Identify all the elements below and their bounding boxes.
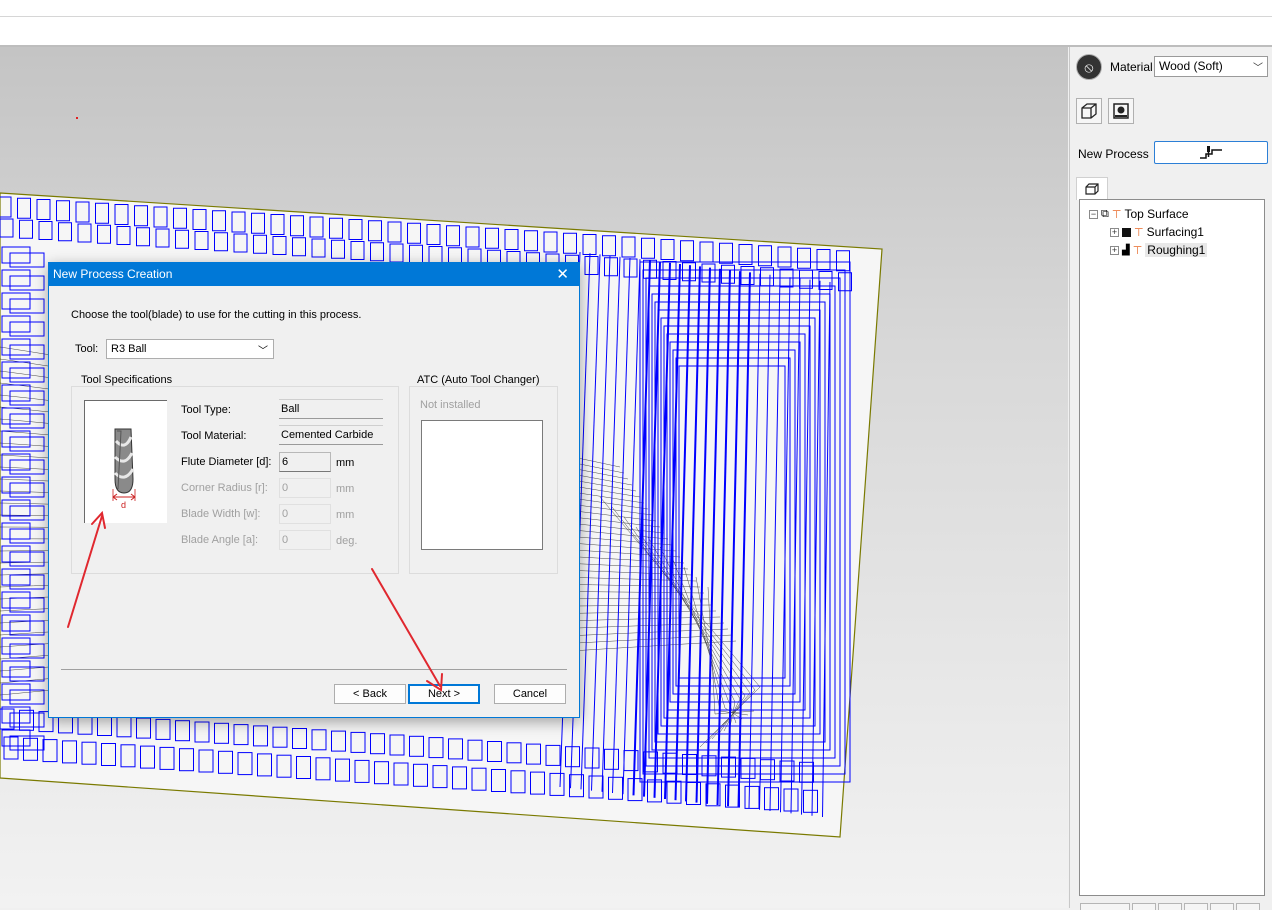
instruction-text: Choose the tool(blade) to use for the cu…: [71, 309, 362, 321]
panel-bottom-buttons: [1080, 903, 1266, 910]
tool-type-value: Ball: [279, 399, 383, 419]
bottom-button[interactable]: [1158, 903, 1182, 910]
right-panel: ⦸ Material Wood (Soft) ﹀ New Process − ⧉…: [1069, 47, 1272, 910]
dialog-titlebar[interactable]: New Process Creation ✕: [49, 263, 579, 286]
tool-value: R3 Ball: [111, 343, 147, 355]
bottom-button[interactable]: [1236, 903, 1260, 910]
ball-end-mill-icon: d: [112, 428, 136, 510]
corner-radius-field: 0: [279, 478, 331, 498]
blade-angle-unit: deg.: [336, 535, 358, 547]
tool-icon: ⊤: [1132, 244, 1143, 257]
cancel-button[interactable]: Cancel: [494, 684, 566, 704]
model-icon: [1113, 103, 1129, 119]
atc-title: ATC (Auto Tool Changer): [415, 374, 542, 386]
stock-box-button[interactable]: [1076, 98, 1102, 124]
new-process-label: New Process: [1078, 147, 1149, 161]
material-label: Material: [1110, 60, 1153, 74]
bottom-button[interactable]: [1132, 903, 1156, 910]
roughing-icon: ▟: [1122, 244, 1130, 256]
process-tree[interactable]: − ⧉ ⊤ Top Surface + ⊤ Surfacing1 + ▟ ⊤ R…: [1079, 199, 1265, 896]
tool-material-label: Tool Material:: [181, 430, 247, 442]
corner-radius-unit: mm: [336, 483, 355, 495]
tool-material-value: Cemented Carbide: [279, 425, 383, 445]
tool-label: Tool:: [75, 343, 99, 355]
dimension-d-label: d: [121, 500, 126, 510]
blade-angle-label: Blade Angle [a]:: [181, 534, 259, 546]
new-process-button[interactable]: [1154, 141, 1268, 164]
flute-diameter-label: Flute Diameter [d]:: [181, 456, 272, 468]
cube-icon: [1085, 183, 1099, 195]
bottom-button[interactable]: [1210, 903, 1234, 910]
tool-type-label: Tool Type:: [181, 404, 231, 416]
blade-width-label: Blade Width [w]:: [181, 508, 261, 520]
collapse-icon[interactable]: −: [1089, 209, 1098, 219]
tree-node-label: Surfacing1: [1146, 225, 1204, 239]
tree-node-label: Top Surface: [1124, 207, 1189, 221]
tool-icon: ⊤: [1111, 208, 1122, 221]
new-process-dialog: New Process Creation ✕ Choose the tool(b…: [48, 262, 580, 718]
stock-icon: ⧉: [1101, 207, 1109, 220]
marker-dot: [76, 117, 78, 119]
tab-process-tree[interactable]: [1076, 177, 1108, 200]
flute-diameter-unit: mm: [336, 457, 355, 469]
corner-radius-label: Corner Radius [r]:: [181, 482, 268, 494]
tool-image: d: [84, 400, 167, 523]
new-process-icon: [1200, 145, 1222, 159]
expand-icon[interactable]: +: [1110, 227, 1119, 237]
compass-icon: ⦸: [1084, 58, 1094, 75]
chevron-down-icon: ﹀: [1253, 63, 1263, 74]
next-button[interactable]: Next >: [408, 684, 480, 704]
close-icon[interactable]: ✕: [556, 265, 569, 283]
tool-icon: ⊤: [1134, 226, 1144, 239]
tree-node-roughing[interactable]: + ▟ ⊤ Roughing1: [1110, 242, 1208, 258]
atc-tool-list[interactable]: [421, 420, 543, 550]
chevron-down-icon: ﹀: [258, 346, 268, 357]
flute-diameter-field: 6: [279, 452, 331, 472]
cube-wireframe-icon: [1081, 103, 1097, 119]
tree-node-label: Roughing1: [1145, 243, 1208, 257]
model-view-button[interactable]: [1108, 98, 1134, 124]
surfacing-icon: [1122, 227, 1131, 237]
tool-select[interactable]: R3 Ball ﹀: [106, 339, 274, 359]
blade-width-unit: mm: [336, 509, 355, 521]
material-value: Wood (Soft): [1159, 59, 1223, 73]
dialog-title: New Process Creation: [53, 267, 173, 281]
tool-specifications-title: Tool Specifications: [79, 374, 175, 386]
expand-icon[interactable]: +: [1110, 245, 1119, 255]
bottom-button[interactable]: [1080, 903, 1130, 910]
tree-node-top-surface[interactable]: − ⧉ ⊤ Top Surface: [1089, 206, 1189, 222]
blade-angle-field: 0: [279, 530, 331, 550]
back-button[interactable]: < Back: [334, 684, 406, 704]
bottom-button[interactable]: [1184, 903, 1208, 910]
tree-node-surfacing[interactable]: + ⊤ Surfacing1: [1110, 224, 1204, 240]
blade-width-field: 0: [279, 504, 331, 524]
compass-button[interactable]: ⦸: [1076, 54, 1102, 80]
title-strip: [0, 0, 1272, 17]
material-select[interactable]: Wood (Soft) ﹀: [1154, 56, 1268, 77]
toolbar: [0, 17, 1272, 47]
dialog-separator: [61, 669, 567, 670]
atc-status: Not installed: [420, 399, 481, 411]
